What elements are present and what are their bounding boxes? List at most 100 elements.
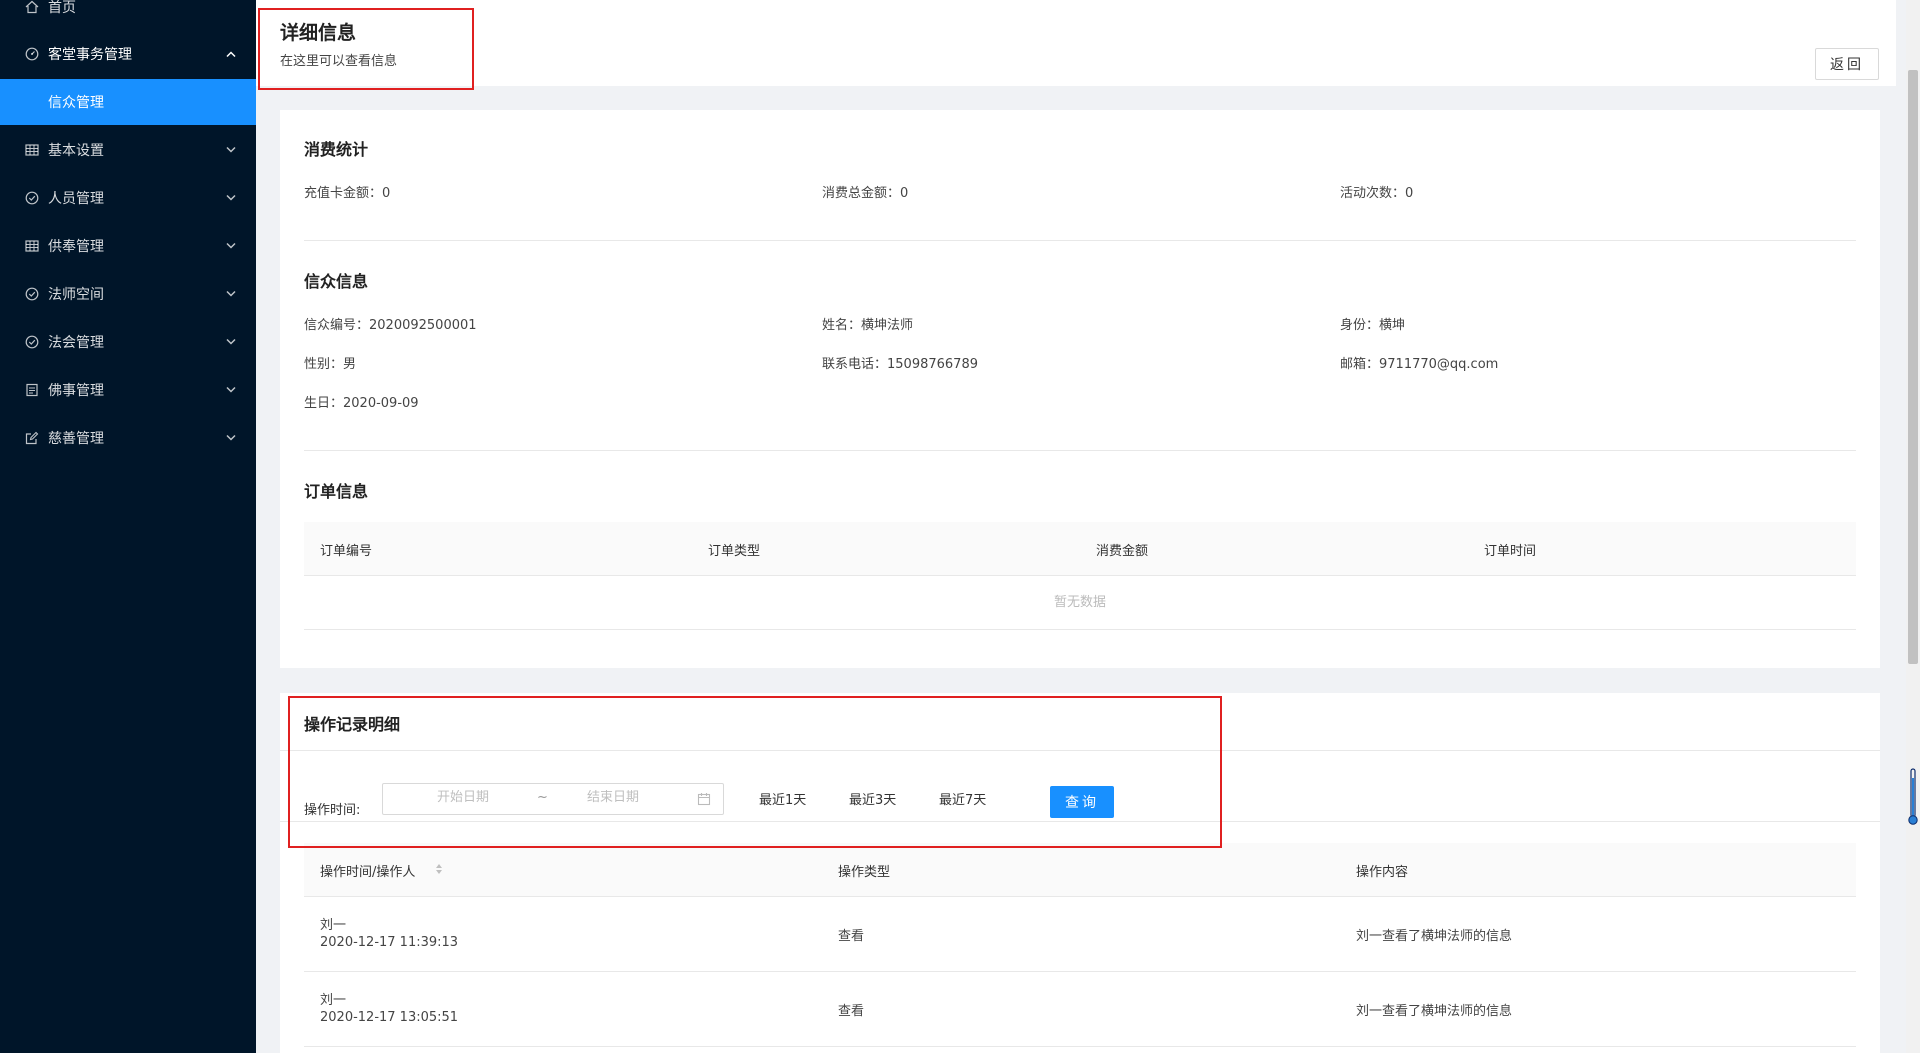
page-subtitle: 在这里可以查看信息: [280, 54, 398, 69]
believer-phone: 联系电话：15098766789: [822, 353, 978, 372]
believer-phone-value: 15098766789: [887, 357, 978, 372]
sidebar-item-label: 信众管理: [48, 95, 104, 111]
log-table-header: 操作时间/操作人 操作类型 操作内容: [304, 843, 1856, 897]
believer-birthday-label: 生日：: [304, 396, 344, 411]
sidebar-item-charity[interactable]: 慈善管理: [0, 415, 256, 461]
chevron-up-icon: [226, 48, 236, 61]
total-consumption-value: 0: [900, 186, 909, 201]
believer-gender-label: 性别：: [304, 357, 344, 372]
check-circle-icon: [24, 334, 40, 350]
home-icon: [24, 0, 40, 15]
quick-range-7-days[interactable]: 最近7天: [939, 789, 986, 808]
chevron-down-icon: [226, 288, 236, 301]
back-button[interactable]: 返回: [1815, 48, 1879, 80]
row-operator: 刘一: [320, 918, 347, 933]
order-table-empty: 暂无数据: [304, 576, 1856, 630]
sidebar-item-believers[interactable]: 信众管理: [0, 79, 256, 125]
believer-name: 姓名：横坤法师: [822, 314, 913, 333]
sidebar-item-label: 人员管理: [48, 191, 104, 207]
date-range-picker[interactable]: ~: [382, 783, 724, 815]
sidebar-item-label: 法师空间: [48, 287, 104, 303]
date-separator: ~: [537, 790, 548, 805]
operation-log-title: 操作记录明细: [304, 715, 401, 734]
sidebar-item-dharma-assembly[interactable]: 法会管理: [0, 319, 256, 365]
dashboard-icon: [24, 46, 40, 62]
sidebar-item-label: 首页: [48, 0, 76, 16]
recharge-amount-value: 0: [382, 186, 391, 201]
order-table-header: 订单编号 订单类型 消费金额 订单时间: [304, 522, 1856, 576]
sidebar-item-hall-affairs[interactable]: 客堂事务管理: [0, 31, 256, 77]
calendar-icon: [697, 792, 711, 806]
believer-identity: 身份：横坤: [1340, 314, 1405, 333]
chevron-down-icon: [226, 336, 236, 349]
scrollbar-thumb[interactable]: [1908, 70, 1918, 664]
page-header: 详细信息 在这里可以查看信息 返回: [256, 0, 1896, 86]
divider: [280, 821, 1880, 822]
column-header-time-operator[interactable]: 操作时间/操作人: [320, 861, 415, 880]
believer-phone-label: 联系电话：: [822, 357, 888, 372]
quick-range-3-days[interactable]: 最近3天: [849, 789, 896, 808]
activity-count-value: 0: [1405, 186, 1414, 201]
row-time: 2020-12-17 13:05:51: [320, 1010, 459, 1025]
sidebar-item-offerings[interactable]: 供奉管理: [0, 223, 256, 269]
check-circle-icon: [24, 190, 40, 206]
query-button[interactable]: 查询: [1050, 786, 1114, 818]
row-type: 查看: [838, 929, 865, 944]
believer-name-label: 姓名：: [822, 318, 862, 333]
divider: [304, 240, 1856, 241]
sidebar-item-label: 供奉管理: [48, 239, 104, 255]
sidebar-item-buddhist-affairs[interactable]: 佛事管理: [0, 367, 256, 413]
row-content: 刘一查看了横坤法师的信息: [1356, 1004, 1513, 1019]
believer-id-value: 2020092500001: [369, 318, 477, 333]
detail-card: 消费统计 充值卡金额：0 消费总金额：0 活动次数：0 信众信息 信众编号：20…: [280, 110, 1880, 668]
sidebar-item-personnel[interactable]: 人员管理: [0, 175, 256, 221]
sort-icon[interactable]: [435, 862, 443, 876]
order-info-title: 订单信息: [304, 482, 369, 501]
row-content: 刘一查看了横坤法师的信息: [1356, 929, 1513, 944]
start-date-input[interactable]: [403, 790, 523, 805]
believer-id: 信众编号：2020092500001: [304, 314, 477, 333]
sidebar-item-label: 慈善管理: [48, 431, 104, 447]
quick-range-1-day[interactable]: 最近1天: [759, 789, 806, 808]
believer-email: 邮箱：9711770@qq.com: [1340, 353, 1498, 372]
sidebar-item-home[interactable]: 首页: [0, 0, 256, 30]
believer-gender: 性别：男: [304, 353, 356, 372]
total-consumption-label: 消费总金额：: [822, 186, 901, 201]
row-operator: 刘一: [320, 993, 347, 1008]
activity-count-label: 活动次数：: [1340, 186, 1406, 201]
believer-identity-value: 横坤: [1379, 318, 1406, 333]
column-header-order-time: 订单时间: [1484, 544, 1537, 559]
chevron-down-icon: [226, 384, 236, 397]
operation-time-label: 操作时间:: [304, 803, 361, 818]
scrollbar[interactable]: [1906, 0, 1920, 1053]
sidebar-item-label: 佛事管理: [48, 383, 104, 399]
chevron-down-icon: [226, 144, 236, 157]
sidebar-item-label: 法会管理: [48, 335, 104, 351]
total-consumption: 消费总金额：0: [822, 182, 908, 201]
recharge-amount: 充值卡金额：0: [304, 182, 390, 201]
believer-email-value: 9711770@qq.com: [1379, 357, 1499, 372]
profile-icon: [24, 382, 40, 398]
believer-info-title: 信众信息: [304, 272, 369, 291]
table-icon: [24, 142, 40, 158]
chevron-down-icon: [226, 240, 236, 253]
chevron-down-icon: [226, 432, 236, 445]
consumption-title: 消费统计: [304, 140, 369, 159]
column-header-amount: 消费金额: [1096, 544, 1149, 559]
sidebar-item-basic-settings[interactable]: 基本设置: [0, 127, 256, 173]
column-header-order-no: 订单编号: [320, 544, 373, 559]
chevron-down-icon: [226, 192, 236, 205]
table-row: 刘一 2020-12-17 13:05:51 查看 刘一查看了横坤法师的信息: [304, 972, 1856, 1047]
recharge-amount-label: 充值卡金额：: [304, 186, 383, 201]
sidebar-item-master-space[interactable]: 法师空间: [0, 271, 256, 317]
believer-birthday: 生日：2020-09-09: [304, 392, 419, 411]
operation-log-card: 操作记录明细 操作时间: ~ 最近1天 最近3天 最近7天 查询 操作时间/操作…: [280, 693, 1880, 1053]
sidebar-item-label: 基本设置: [48, 143, 104, 159]
sidebar: 首页 客堂事务管理 信众管理 基本设置 人员管理 供奉管理 法师空间 法会管理 …: [0, 0, 256, 1053]
check-circle-icon: [24, 286, 40, 302]
column-header-order-type: 订单类型: [708, 544, 761, 559]
end-date-input[interactable]: [553, 790, 673, 805]
table-icon: [24, 238, 40, 254]
believer-name-value: 横坤法师: [861, 318, 914, 333]
form-icon: [24, 430, 40, 446]
